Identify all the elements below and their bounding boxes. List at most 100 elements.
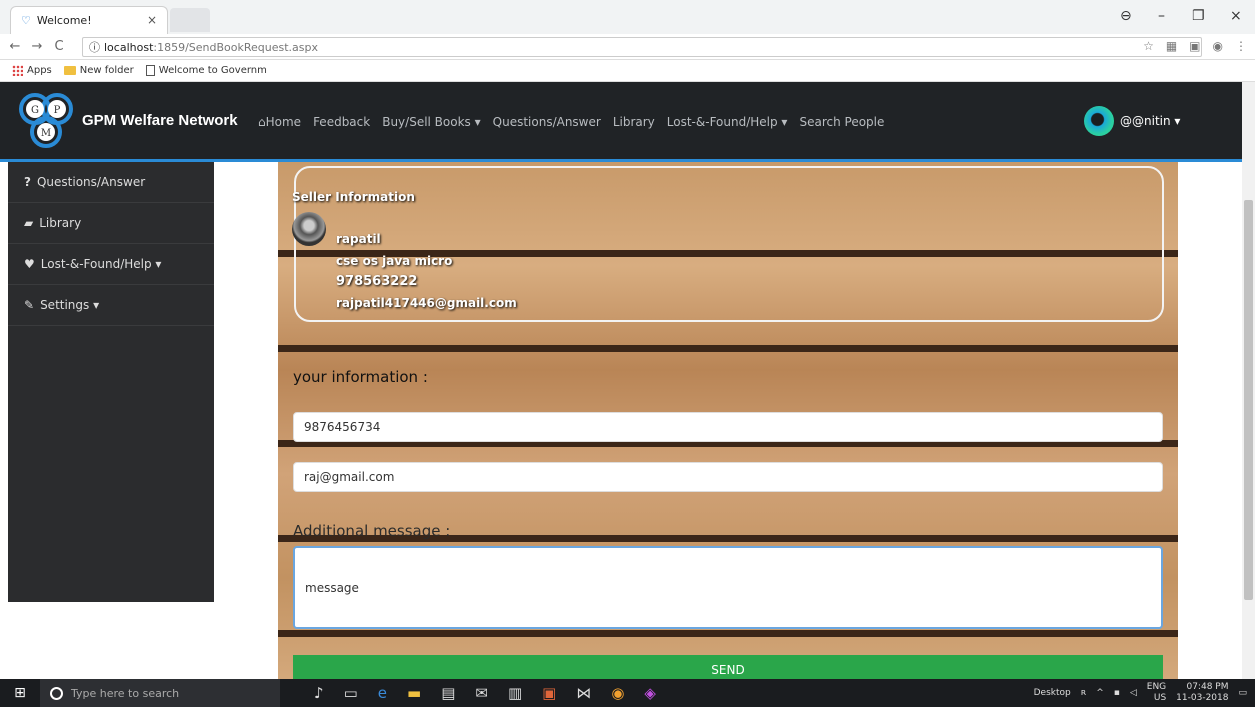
seller-title: Seller Information bbox=[292, 190, 415, 204]
region-label: US bbox=[1153, 693, 1167, 703]
close-window-icon[interactable]: × bbox=[1230, 8, 1242, 24]
message-textarea[interactable]: message bbox=[293, 546, 1163, 629]
site-navbar: G P M GPM Welfare Network ⌂Home Feedback… bbox=[0, 82, 1242, 162]
desktop-toolbar[interactable]: Desktop bbox=[1034, 688, 1071, 698]
mail-icon[interactable]: ✉ bbox=[475, 684, 488, 702]
pocket-icon[interactable]: ▣ bbox=[1189, 39, 1200, 53]
folder-icon bbox=[63, 66, 76, 75]
send-button[interactable]: SEND bbox=[293, 655, 1163, 679]
extension-icons: ☆ ▦ ▣ ◉ ⋮ bbox=[1143, 39, 1247, 53]
book-icon: ▰ bbox=[24, 216, 34, 230]
language-indicator[interactable]: ENG US bbox=[1147, 682, 1166, 704]
sidebar-item-label: Library bbox=[39, 216, 82, 230]
browser-tab[interactable]: ♡ Welcome! × bbox=[10, 6, 168, 34]
nav-links: ⌂Home Feedback Buy/Sell Books ▾ Question… bbox=[258, 115, 884, 129]
user-menu[interactable]: @@nitin ▾ bbox=[1084, 106, 1180, 136]
nav-questions-answer[interactable]: Questions/Answer bbox=[493, 115, 601, 129]
seller-name: rapatil bbox=[336, 232, 381, 246]
svg-text:G: G bbox=[31, 105, 39, 116]
file-explorer-icon[interactable]: ▬ bbox=[407, 684, 421, 702]
your-information-label: your information : bbox=[293, 368, 428, 386]
bookmark-label: Apps bbox=[27, 65, 52, 76]
people-icon[interactable]: ʀ bbox=[1081, 688, 1086, 698]
nav-search-people[interactable]: Search People bbox=[799, 115, 884, 129]
page-scrollbar[interactable] bbox=[1242, 82, 1255, 679]
info-icon: ⓘ bbox=[89, 41, 100, 54]
forward-icon[interactable]: → bbox=[30, 39, 44, 54]
bookmark-new-folder[interactable]: New folder bbox=[63, 65, 134, 76]
heart-icon: ♡ bbox=[21, 14, 31, 27]
edge-icon[interactable]: e bbox=[378, 684, 387, 702]
volume-icon[interactable]: ◁ bbox=[1130, 688, 1137, 698]
brand-title[interactable]: GPM Welfare Network bbox=[82, 112, 238, 129]
back-icon[interactable]: ← bbox=[8, 39, 22, 54]
avatar bbox=[1084, 106, 1114, 136]
paint-icon[interactable]: ◈ bbox=[644, 684, 656, 702]
bookmark-welcome[interactable]: Welcome to Governm bbox=[145, 65, 267, 76]
extension-icon[interactable]: ▦ bbox=[1166, 39, 1177, 53]
sidebar-item-settings[interactable]: ✎ Settings ▾ bbox=[8, 285, 214, 326]
notepad-icon[interactable]: ▥ bbox=[508, 684, 522, 702]
task-view-icon[interactable]: ▭ bbox=[344, 684, 358, 702]
tab-close-icon[interactable]: × bbox=[147, 13, 157, 27]
phone-field[interactable]: 9876456734 bbox=[293, 412, 1163, 442]
visual-studio-icon[interactable]: ⋈ bbox=[576, 684, 591, 702]
sidebar-item-questions[interactable]: ? Questions/Answer bbox=[8, 162, 214, 203]
nav-lost-found[interactable]: Lost-&-Found/Help ▾ bbox=[667, 115, 788, 129]
apps-grid-icon bbox=[12, 65, 23, 76]
clock[interactable]: 07:48 PM 11-03-2018 bbox=[1176, 682, 1228, 704]
microphone-icon[interactable]: ♪ bbox=[314, 684, 324, 702]
taskbar-search[interactable]: Type here to search bbox=[40, 679, 280, 707]
nav-buy-sell-books[interactable]: Buy/Sell Books ▾ bbox=[382, 115, 480, 129]
minimize-icon[interactable]: – bbox=[1158, 8, 1165, 24]
nav-home[interactable]: ⌂Home bbox=[258, 115, 301, 129]
nav-library[interactable]: Library bbox=[613, 115, 655, 129]
new-tab-button[interactable] bbox=[170, 8, 210, 32]
sidebar-item-label: Questions/Answer bbox=[36, 175, 146, 189]
sidebar-item-label: Settings ▾ bbox=[40, 298, 100, 312]
cortana-icon bbox=[50, 686, 63, 700]
url-host: localhost bbox=[104, 40, 154, 54]
bookmarks-bar: Apps New folder Welcome to Governm bbox=[0, 60, 1255, 82]
request-form-panel: Seller Information rapatil cse os java m… bbox=[278, 162, 1178, 679]
url-field[interactable]: ⓘ localhost:1859/SendBookRequest.aspx bbox=[82, 37, 1202, 57]
clock-date: 11-03-2018 bbox=[1176, 693, 1229, 703]
url-path: :1859/SendBookRequest.aspx bbox=[153, 40, 319, 54]
sidebar: ? Questions/Answer ▰ Library ♥ Lost-&-Found… bbox=[8, 162, 214, 602]
browser-tab-bar: ♡ Welcome! × ⊖ – ❐ × bbox=[0, 0, 1255, 34]
powerpoint-icon[interactable]: ▣ bbox=[542, 684, 556, 702]
maximize-icon[interactable]: ❐ bbox=[1192, 8, 1205, 24]
scrollbar-thumb[interactable] bbox=[1244, 200, 1253, 600]
sidebar-item-library[interactable]: ▰ Library bbox=[8, 203, 214, 244]
home-icon: ⌂ bbox=[258, 115, 266, 129]
windows-start-icon[interactable]: ⊞ bbox=[0, 679, 40, 707]
bookmark-apps[interactable]: Apps bbox=[12, 65, 52, 76]
profile-icon[interactable]: ⊖ bbox=[1120, 8, 1132, 24]
windows-taskbar: ⊞ Type here to search ♪ ▭ e ▬ ▤ ✉ ▥ ▣ ⋈ … bbox=[0, 679, 1255, 707]
store-icon[interactable]: ▤ bbox=[441, 684, 455, 702]
notification-icon[interactable]: ▭ bbox=[1238, 688, 1247, 698]
clock-time: 07:48 PM bbox=[1186, 682, 1229, 692]
chrome-icon[interactable]: ◉ bbox=[611, 684, 624, 702]
sidebar-item-lost-found[interactable]: ♥ Lost-&-Found/Help ▾ bbox=[8, 244, 214, 285]
email-field[interactable]: raj@gmail.com bbox=[293, 462, 1163, 492]
seller-subjects: cse os java micro bbox=[336, 254, 453, 268]
username: @@nitin ▾ bbox=[1120, 114, 1181, 128]
tray-chevron-icon[interactable]: ^ bbox=[1096, 688, 1104, 698]
extension-icon[interactable]: ◉ bbox=[1213, 39, 1223, 53]
tab-title: Welcome! bbox=[36, 14, 92, 27]
question-icon: ? bbox=[24, 175, 31, 189]
bookmark-label: New folder bbox=[79, 65, 134, 76]
nav-feedback[interactable]: Feedback bbox=[313, 115, 370, 129]
seller-email: rajpatil417446@gmail.com bbox=[336, 296, 517, 310]
system-tray: Desktop ʀ ^ ▪ ◁ ENG US 07:48 PM 11-03-20… bbox=[1034, 679, 1247, 707]
reload-icon[interactable]: C bbox=[52, 39, 66, 54]
star-icon[interactable]: ☆ bbox=[1143, 39, 1154, 53]
taskbar-apps: ♪ ▭ e ▬ ▤ ✉ ▥ ▣ ⋈ ◉ ◈ bbox=[314, 684, 656, 702]
network-icon[interactable]: ▪ bbox=[1114, 688, 1120, 698]
nav-label: Home bbox=[265, 115, 302, 129]
lang-label: ENG bbox=[1146, 682, 1167, 692]
svg-text:M: M bbox=[41, 128, 51, 139]
menu-icon[interactable]: ⋮ bbox=[1235, 39, 1247, 53]
additional-message-label: Additional message : bbox=[293, 522, 451, 540]
